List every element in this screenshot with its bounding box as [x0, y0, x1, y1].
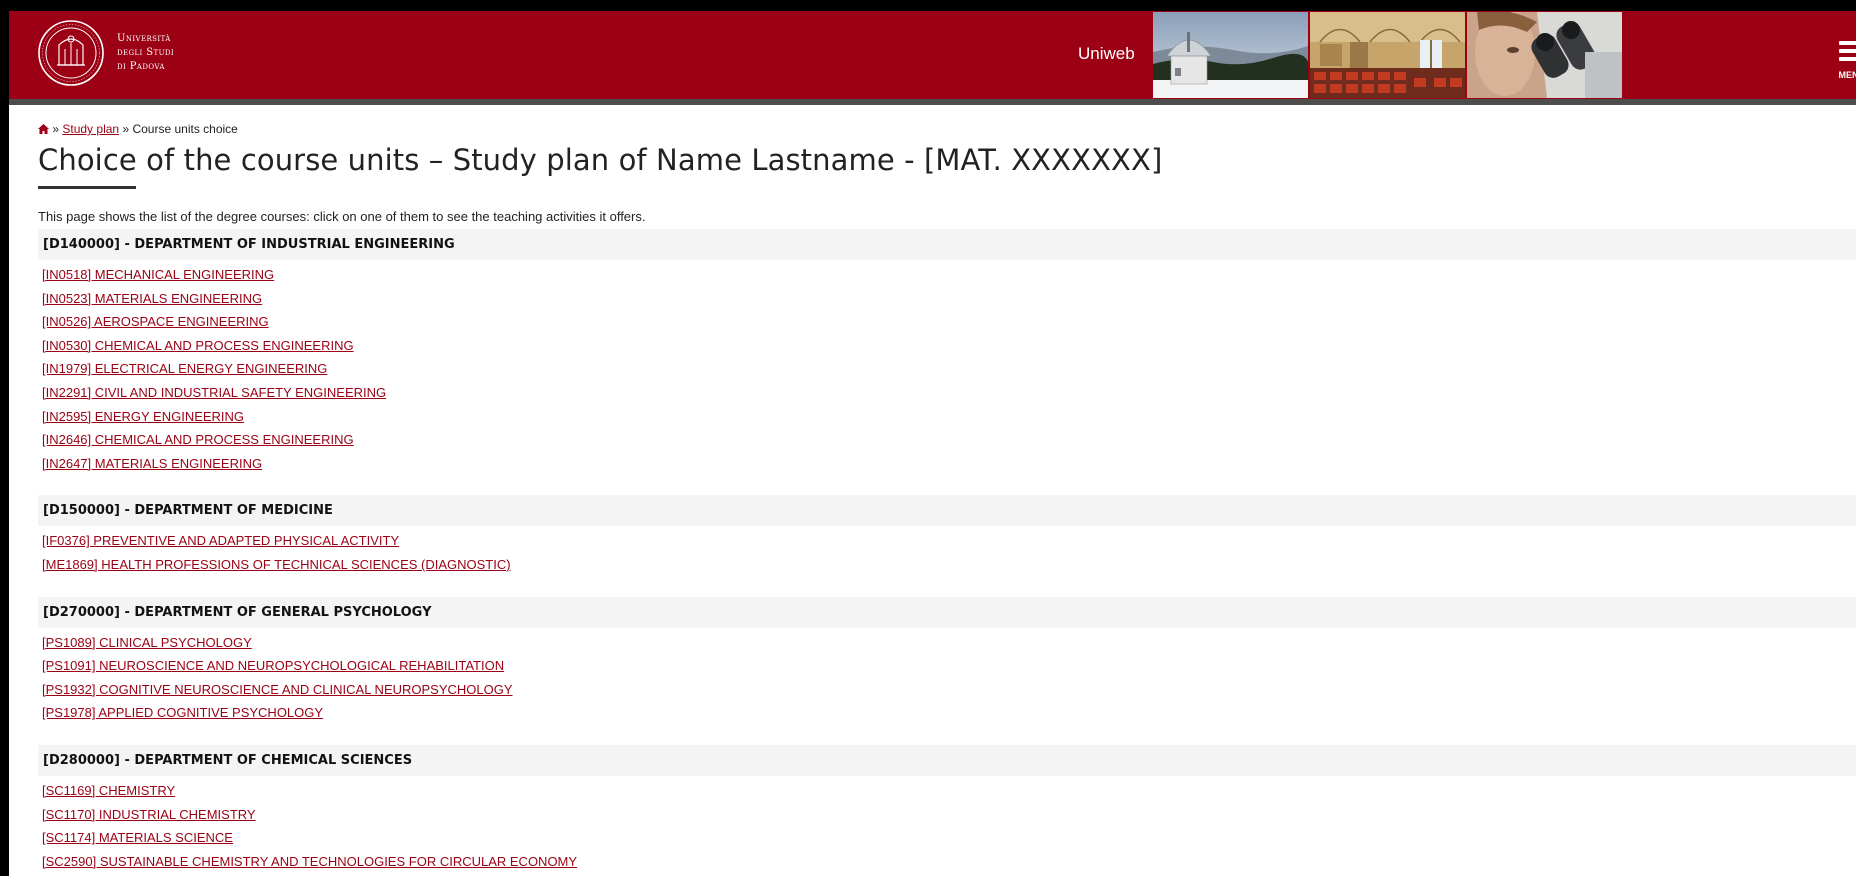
- course-link[interactable]: [IN2595] ENERGY ENGINEERING: [42, 405, 1856, 429]
- department-header: [D270000] - DEPARTMENT OF GENERAL PSYCHO…: [38, 597, 1856, 628]
- course-link[interactable]: [ME1869] HEALTH PROFESSIONS OF TECHNICAL…: [42, 553, 1856, 577]
- breadcrumb: » Study plan » Course units choice: [38, 122, 238, 136]
- course-link[interactable]: [SC1170] INDUSTRIAL CHEMISTRY: [42, 803, 1856, 827]
- frescoed-hall-photo: [1310, 12, 1465, 98]
- course-link[interactable]: [IN2291] CIVIL AND INDUSTRIAL SAFETY ENG…: [42, 381, 1856, 405]
- menu-label: MENU: [1839, 70, 1856, 80]
- course-list: [PS1089] CLINICAL PSYCHOLOGY [PS1091] NE…: [38, 628, 1856, 725]
- university-logo[interactable]: Università degli Studi di Padova: [37, 19, 174, 87]
- header-photo-strip: [1153, 12, 1624, 98]
- course-list: [SC1169] CHEMISTRY [SC1170] INDUSTRIAL C…: [38, 776, 1856, 873]
- course-link[interactable]: [IN0526] AEROSPACE ENGINEERING: [42, 310, 1856, 334]
- course-link[interactable]: [IN0530] CHEMICAL AND PROCESS ENGINEERIN…: [42, 334, 1856, 358]
- page-intro: This page shows the list of the degree c…: [38, 209, 645, 224]
- page-title: Choice of the course units – Study plan …: [38, 143, 1162, 177]
- department-header: [D140000] - DEPARTMENT OF INDUSTRIAL ENG…: [38, 229, 1856, 260]
- window-top-border: [0, 0, 1856, 11]
- title-underline: [38, 186, 136, 189]
- course-list: [IF0376] PREVENTIVE AND ADAPTED PHYSICAL…: [38, 526, 1856, 576]
- home-icon: [38, 124, 49, 134]
- department-header: [D150000] - DEPARTMENT OF MEDICINE: [38, 495, 1856, 526]
- course-link[interactable]: [IN2646] CHEMICAL AND PROCESS ENGINEERIN…: [42, 428, 1856, 452]
- university-name-line: degli Studi: [117, 46, 174, 60]
- course-link[interactable]: [IN0518] MECHANICAL ENGINEERING: [42, 263, 1856, 287]
- home-link[interactable]: [38, 122, 52, 136]
- breadcrumb-separator: »: [52, 122, 59, 136]
- course-link[interactable]: [IN0523] MATERIALS ENGINEERING: [42, 287, 1856, 311]
- hamburger-icon-bar: [1839, 57, 1856, 61]
- university-name-line: Università: [117, 32, 174, 46]
- breadcrumb-current: Course units choice: [132, 122, 237, 136]
- course-link[interactable]: [PS1091] NEUROSCIENCE AND NEUROPSYCHOLOG…: [42, 654, 1856, 678]
- course-link[interactable]: [PS1978] APPLIED COGNITIVE PSYCHOLOGY: [42, 701, 1856, 725]
- course-link[interactable]: [SC1169] CHEMISTRY: [42, 779, 1856, 803]
- department-section: [D280000] - DEPARTMENT OF CHEMICAL SCIEN…: [38, 745, 1856, 873]
- department-list: [D140000] - DEPARTMENT OF INDUSTRIAL ENG…: [38, 229, 1856, 893]
- breadcrumb-separator: »: [122, 122, 129, 136]
- course-link[interactable]: [PS1932] COGNITIVE NEUROSCIENCE AND CLIN…: [42, 678, 1856, 702]
- course-link[interactable]: [SC2590] SUSTAINABLE CHEMISTRY AND TECHN…: [42, 850, 1856, 874]
- site-header: Università degli Studi di Padova Uniweb: [9, 11, 1856, 99]
- university-name: Università degli Studi di Padova: [117, 32, 174, 74]
- hamburger-icon: [1839, 41, 1856, 45]
- course-link[interactable]: [IN2647] MATERIALS ENGINEERING: [42, 452, 1856, 476]
- microscope-photo: [1467, 12, 1622, 98]
- header-divider: [9, 99, 1856, 105]
- course-link[interactable]: [PS1089] CLINICAL PSYCHOLOGY: [42, 631, 1856, 655]
- department-section: [D150000] - DEPARTMENT OF MEDICINE [IF03…: [38, 495, 1856, 576]
- course-link[interactable]: [SC1174] MATERIALS SCIENCE: [42, 826, 1856, 850]
- breadcrumb-study-plan-link[interactable]: Study plan: [62, 122, 119, 136]
- university-name-line: di Padova: [117, 60, 174, 74]
- app-name[interactable]: Uniweb: [1078, 44, 1135, 64]
- department-section: [D270000] - DEPARTMENT OF GENERAL PSYCHO…: [38, 597, 1856, 725]
- course-link[interactable]: [IN1979] ELECTRICAL ENERGY ENGINEERING: [42, 357, 1856, 381]
- department-header: [D280000] - DEPARTMENT OF CHEMICAL SCIEN…: [38, 745, 1856, 776]
- menu-button[interactable]: MENU: [1829, 29, 1856, 79]
- course-list: [IN0518] MECHANICAL ENGINEERING [IN0523]…: [38, 260, 1856, 475]
- department-section: [D140000] - DEPARTMENT OF INDUSTRIAL ENG…: [38, 229, 1856, 475]
- course-link[interactable]: [IF0376] PREVENTIVE AND ADAPTED PHYSICAL…: [42, 529, 1856, 553]
- hamburger-icon-bar: [1839, 49, 1856, 53]
- university-seal-icon: [37, 19, 105, 87]
- observatory-photo: [1153, 12, 1308, 98]
- window-left-border: [0, 0, 9, 876]
